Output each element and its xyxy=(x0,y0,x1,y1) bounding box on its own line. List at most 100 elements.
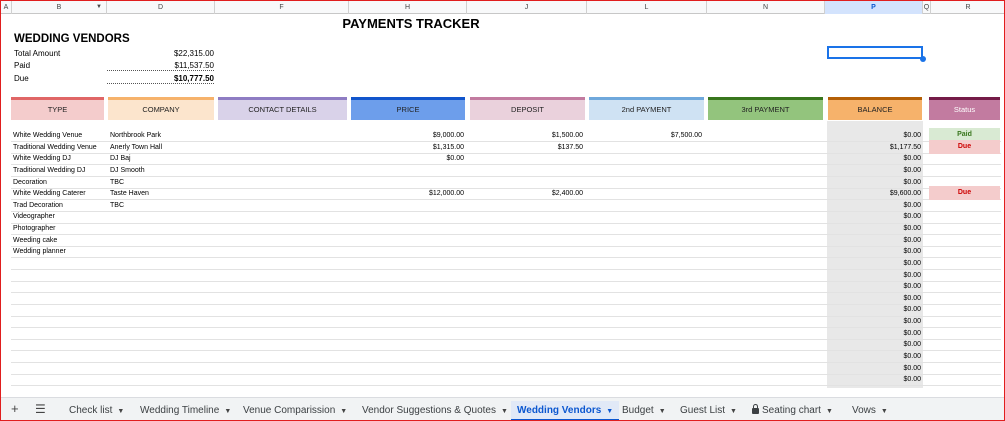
cell-deposit[interactable] xyxy=(469,200,583,211)
cell-contact[interactable] xyxy=(220,223,346,234)
column-header[interactable]: L xyxy=(587,1,707,14)
cell-3rd-payment[interactable] xyxy=(707,200,821,211)
cell-price[interactable]: $9,000.00 xyxy=(351,130,464,141)
cell-deposit[interactable] xyxy=(469,304,583,315)
cell-contact[interactable] xyxy=(220,177,346,188)
cell-price[interactable] xyxy=(351,246,464,257)
cell-company[interactable]: TBC xyxy=(110,200,214,211)
fill-handle[interactable] xyxy=(920,56,926,62)
sheet-tab[interactable]: Wedding Timeline ▼ xyxy=(134,401,237,420)
cell-price[interactable] xyxy=(351,316,464,327)
cell-price[interactable] xyxy=(351,351,464,362)
cell-contact[interactable] xyxy=(220,293,346,304)
column-header[interactable]: B ▼ xyxy=(12,1,107,14)
cell-2nd-payment[interactable] xyxy=(589,246,702,257)
cell-type[interactable] xyxy=(13,293,106,304)
cell-deposit[interactable] xyxy=(469,223,583,234)
cell-balance[interactable]: $0.00 xyxy=(827,304,921,315)
cell-type[interactable]: White Wedding Caterer xyxy=(13,188,106,199)
cell-company[interactable] xyxy=(110,223,214,234)
cell-company[interactable] xyxy=(110,363,214,374)
cell-type[interactable] xyxy=(13,363,106,374)
cell-type[interactable]: Traditional Wedding DJ xyxy=(13,165,106,176)
cell-company[interactable]: Anerly Town Hall xyxy=(110,142,214,153)
sheet-tab[interactable]: Guest List ▼ xyxy=(674,401,743,420)
cell-deposit[interactable] xyxy=(469,374,583,385)
cell-balance[interactable]: $0.00 xyxy=(827,374,921,385)
cell-2nd-payment[interactable] xyxy=(589,258,702,269)
chevron-down-icon[interactable]: ▼ xyxy=(501,408,508,415)
cell-type[interactable]: White Wedding DJ xyxy=(13,153,106,164)
cell-type[interactable] xyxy=(13,258,106,269)
cell-balance[interactable]: $0.00 xyxy=(827,316,921,327)
cell-type[interactable] xyxy=(13,374,106,385)
cell-deposit[interactable] xyxy=(469,258,583,269)
cell-balance[interactable]: $0.00 xyxy=(827,281,921,292)
cell-2nd-payment[interactable] xyxy=(589,211,702,222)
cell-company[interactable] xyxy=(110,316,214,327)
header-company[interactable]: COMPANY xyxy=(108,97,214,120)
cell-deposit[interactable]: $137.50 xyxy=(469,142,583,153)
plus-icon[interactable]: + xyxy=(11,402,19,416)
cell-3rd-payment[interactable] xyxy=(707,188,821,199)
cell-type[interactable] xyxy=(13,351,106,362)
cell-contact[interactable] xyxy=(220,316,346,327)
cell-contact[interactable] xyxy=(220,165,346,176)
cell-deposit[interactable] xyxy=(469,281,583,292)
cell-2nd-payment[interactable] xyxy=(589,316,702,327)
cell-deposit[interactable] xyxy=(469,211,583,222)
cell-contact[interactable] xyxy=(220,363,346,374)
status-badge[interactable]: Due xyxy=(929,139,1000,154)
cell-contact[interactable] xyxy=(220,130,346,141)
cell-price[interactable] xyxy=(351,165,464,176)
cell-type[interactable]: White Wedding Venue xyxy=(13,130,106,141)
cell-price[interactable]: $1,315.00 xyxy=(351,142,464,153)
column-header[interactable]: H xyxy=(349,1,467,14)
column-header-selected[interactable]: P xyxy=(825,1,923,14)
cell-price[interactable] xyxy=(351,374,464,385)
cell-price[interactable] xyxy=(351,270,464,281)
cell-contact[interactable] xyxy=(220,153,346,164)
cell-2nd-payment[interactable] xyxy=(589,363,702,374)
cell-2nd-payment[interactable] xyxy=(589,223,702,234)
chevron-down-icon[interactable]: ▼ xyxy=(826,408,833,415)
header-contact-details[interactable]: CONTACT DETAILS xyxy=(218,97,347,120)
cell-company[interactable] xyxy=(110,339,214,350)
cell-3rd-payment[interactable] xyxy=(707,246,821,257)
sheet-tab[interactable]: Budget ▼ xyxy=(616,401,672,420)
cell-type[interactable] xyxy=(13,316,106,327)
cell-3rd-payment[interactable] xyxy=(707,235,821,246)
cell-type[interactable]: Wedding planner xyxy=(13,246,106,257)
cell-2nd-payment[interactable] xyxy=(589,177,702,188)
cell-2nd-payment[interactable] xyxy=(589,188,702,199)
cell-deposit[interactable] xyxy=(469,339,583,350)
column-header[interactable]: F xyxy=(215,1,349,14)
cell-3rd-payment[interactable] xyxy=(707,177,821,188)
cell-3rd-payment[interactable] xyxy=(707,374,821,385)
header-status[interactable]: Status xyxy=(929,97,1000,120)
cell-contact[interactable] xyxy=(220,258,346,269)
cell-contact[interactable] xyxy=(220,374,346,385)
cell-type[interactable] xyxy=(13,281,106,292)
cell-balance[interactable]: $9,600.00 xyxy=(827,188,921,199)
cell-price[interactable] xyxy=(351,235,464,246)
cell-balance[interactable]: $0.00 xyxy=(827,200,921,211)
cell-contact[interactable] xyxy=(220,270,346,281)
cell-price[interactable] xyxy=(351,258,464,269)
header-2nd-payment[interactable]: 2nd PAYMENT xyxy=(589,97,704,120)
cell-2nd-payment[interactable] xyxy=(589,293,702,304)
cell-price[interactable] xyxy=(351,211,464,222)
cell-2nd-payment[interactable] xyxy=(589,153,702,164)
cell-type[interactable]: Videographer xyxy=(13,211,106,222)
cell-deposit[interactable]: $1,500.00 xyxy=(469,130,583,141)
cell-type[interactable] xyxy=(13,304,106,315)
cell-3rd-payment[interactable] xyxy=(707,351,821,362)
cell-balance[interactable]: $1,177.50 xyxy=(827,142,921,153)
cell-3rd-payment[interactable] xyxy=(707,258,821,269)
cell-price[interactable]: $12,000.00 xyxy=(351,188,464,199)
selected-cell[interactable] xyxy=(827,46,923,59)
cell-2nd-payment[interactable] xyxy=(589,351,702,362)
header-price[interactable]: PRICE xyxy=(351,97,465,120)
cell-company[interactable]: TBC xyxy=(110,177,214,188)
cell-contact[interactable] xyxy=(220,304,346,315)
